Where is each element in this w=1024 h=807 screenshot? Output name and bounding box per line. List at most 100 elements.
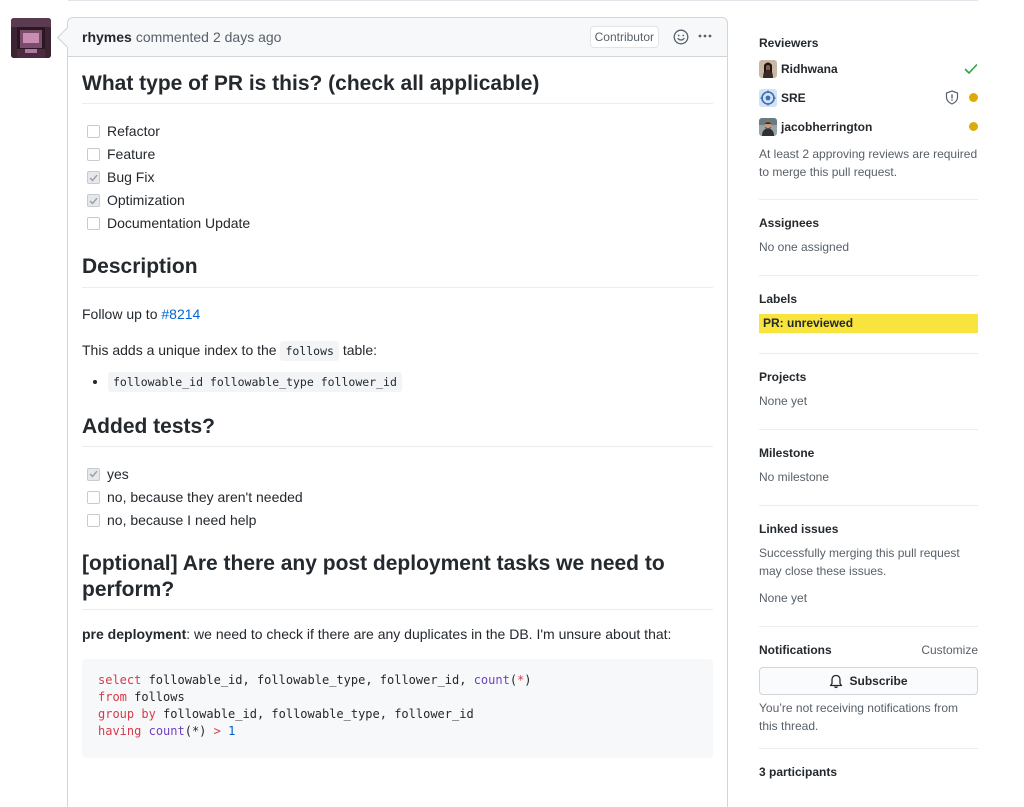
checklist-label: no, because they aren't needed <box>107 488 303 505</box>
reviewer-row[interactable]: Ridhwana <box>759 54 978 83</box>
reviewers-note: At least 2 approving reviews are require… <box>759 147 978 179</box>
reviewer-row[interactable]: SRE <box>759 83 978 112</box>
checklist-item: Bug Fix <box>87 166 713 189</box>
pending-review-dot-icon <box>969 122 978 131</box>
pending-review-dot-icon <box>969 93 978 102</box>
checklist-item: Documentation Update <box>87 212 713 235</box>
adds-index-text: This adds a unique index to the follows … <box>82 340 713 361</box>
checked-checkbox[interactable] <box>87 467 100 481</box>
pr-type-checklist: Refactor Feature Bug Fix Optimization Docume… <box>82 120 713 235</box>
adds-suffix: table: <box>338 341 378 358</box>
checklist-label: Feature <box>107 146 156 163</box>
unchecked-checkbox[interactable] <box>87 513 100 527</box>
code-function: count <box>473 673 510 688</box>
avatar[interactable] <box>759 59 777 78</box>
notifications-header: Notifications Customize <box>759 643 978 657</box>
projects-value: None yet <box>759 394 808 408</box>
comment-action: commented <box>135 29 209 45</box>
notifications-section: Notifications Customize Subscribe You’re… <box>759 627 978 749</box>
checked-checkbox[interactable] <box>87 171 100 185</box>
tests-heading: Added tests? <box>82 414 713 447</box>
smiley-icon[interactable] <box>671 27 691 47</box>
reviewer-name[interactable]: SRE <box>781 91 945 105</box>
assignees-title[interactable]: Assignees <box>759 216 978 230</box>
checklist-item: no, because I need help <box>87 509 713 532</box>
avatar[interactable] <box>759 117 777 136</box>
reviewers-title[interactable]: Reviewers <box>759 36 978 50</box>
issue-link[interactable]: #8214 <box>161 306 200 322</box>
checklist-item: yes <box>87 463 713 486</box>
follow-up-prefix: Follow up to <box>82 305 162 322</box>
reviewer-row[interactable]: jacobherrington <box>759 112 978 141</box>
reviewers-section: Reviewers Ridhwana SRE jacobherrington A… <box>759 26 978 200</box>
comment-timestamp[interactable]: 2 days ago <box>213 29 282 45</box>
code-keyword: having <box>98 724 142 739</box>
checklist-label: Optimization <box>107 192 185 209</box>
milestone-section: Milestone No milestone <box>759 430 978 506</box>
code-number: 1 <box>228 724 236 739</box>
comment-body: What type of PR is this? (check all appl… <box>68 71 727 759</box>
checklist-item: Feature <box>87 143 713 166</box>
code-text: ) <box>524 673 532 688</box>
notifications-note: You’re not receiving notifications from … <box>759 701 958 733</box>
comment-author[interactable]: rhymes <box>82 29 132 45</box>
follow-up-text: Follow up to #8214 <box>82 304 713 325</box>
notifications-title: Notifications <box>759 643 832 657</box>
assignees-section: Assignees No one assigned <box>759 200 978 276</box>
shield-icon[interactable] <box>945 90 959 105</box>
code-text: follows <box>126 690 185 705</box>
unchecked-checkbox[interactable] <box>87 125 100 139</box>
inline-code-columns: followable_id followable_type follower_i… <box>108 371 402 392</box>
team-avatar[interactable] <box>759 88 777 107</box>
pre-deployment-desc: : we need to check if there are any dupl… <box>186 626 672 643</box>
checked-checkbox[interactable] <box>87 194 100 208</box>
customize-link[interactable]: Customize <box>921 643 978 657</box>
post-deploy-heading: [optional] Are there any post deployment… <box>82 551 713 611</box>
pre-deployment-label: pre deployment <box>82 626 187 643</box>
unchecked-checkbox[interactable] <box>87 217 100 231</box>
milestone-title[interactable]: Milestone <box>759 446 978 460</box>
author-avatar[interactable] <box>11 18 51 58</box>
assignees-value: No one assigned <box>759 240 850 254</box>
linked-issues-title[interactable]: Linked issues <box>759 522 978 536</box>
code-keyword: from <box>98 690 127 705</box>
comment-header: rhymes commented 2 days ago Contributor <box>68 18 727 57</box>
unchecked-checkbox[interactable] <box>87 148 100 162</box>
labels-section: Labels PR: unreviewed <box>759 276 978 354</box>
linked-issues-value: None yet <box>759 591 808 605</box>
description-heading: Description <box>82 254 713 288</box>
milestone-value: No milestone <box>759 470 830 484</box>
check-icon <box>964 63 978 75</box>
adds-prefix: This adds a unique index to the <box>82 341 281 358</box>
checklist-label: no, because I need help <box>107 511 257 528</box>
sql-code-block: select followable_id, followable_type, f… <box>82 659 713 759</box>
subscribe-button[interactable]: Subscribe <box>759 667 978 695</box>
pr-comment: rhymes commented 2 days ago Contributor … <box>67 17 728 807</box>
participants-title[interactable]: 3 participants <box>759 765 978 779</box>
projects-title[interactable]: Projects <box>759 370 978 384</box>
label-pr-unreviewed[interactable]: PR: unreviewed <box>759 314 978 333</box>
unchecked-checkbox[interactable] <box>87 490 100 504</box>
code-text: (*) <box>184 724 214 739</box>
kebab-horizontal-icon[interactable] <box>697 28 713 47</box>
reviewer-name[interactable]: Ridhwana <box>781 62 964 76</box>
checklist-label: Bug Fix <box>107 169 155 186</box>
checklist-item: Optimization <box>87 189 713 212</box>
bell-icon <box>830 674 843 688</box>
checklist-label: yes <box>107 465 129 482</box>
top-divider <box>68 0 978 1</box>
contributor-badge: Contributor <box>589 26 659 48</box>
checklist-item: Refactor <box>87 120 713 143</box>
code-operator: > <box>213 724 221 739</box>
linked-issues-section: Linked issues Successfully merging this … <box>759 506 978 627</box>
inline-code-follows: follows <box>280 340 339 361</box>
labels-title[interactable]: Labels <box>759 292 978 306</box>
code-function: count <box>148 724 185 739</box>
participants-section: 3 participants <box>759 749 978 779</box>
pr-sidebar: Reviewers Ridhwana SRE jacobherrington A… <box>759 26 978 779</box>
list-item: followable_id followable_type follower_i… <box>108 371 713 392</box>
checklist-item: no, because they aren't needed <box>87 486 713 509</box>
reviewer-name[interactable]: jacobherrington <box>781 120 969 134</box>
